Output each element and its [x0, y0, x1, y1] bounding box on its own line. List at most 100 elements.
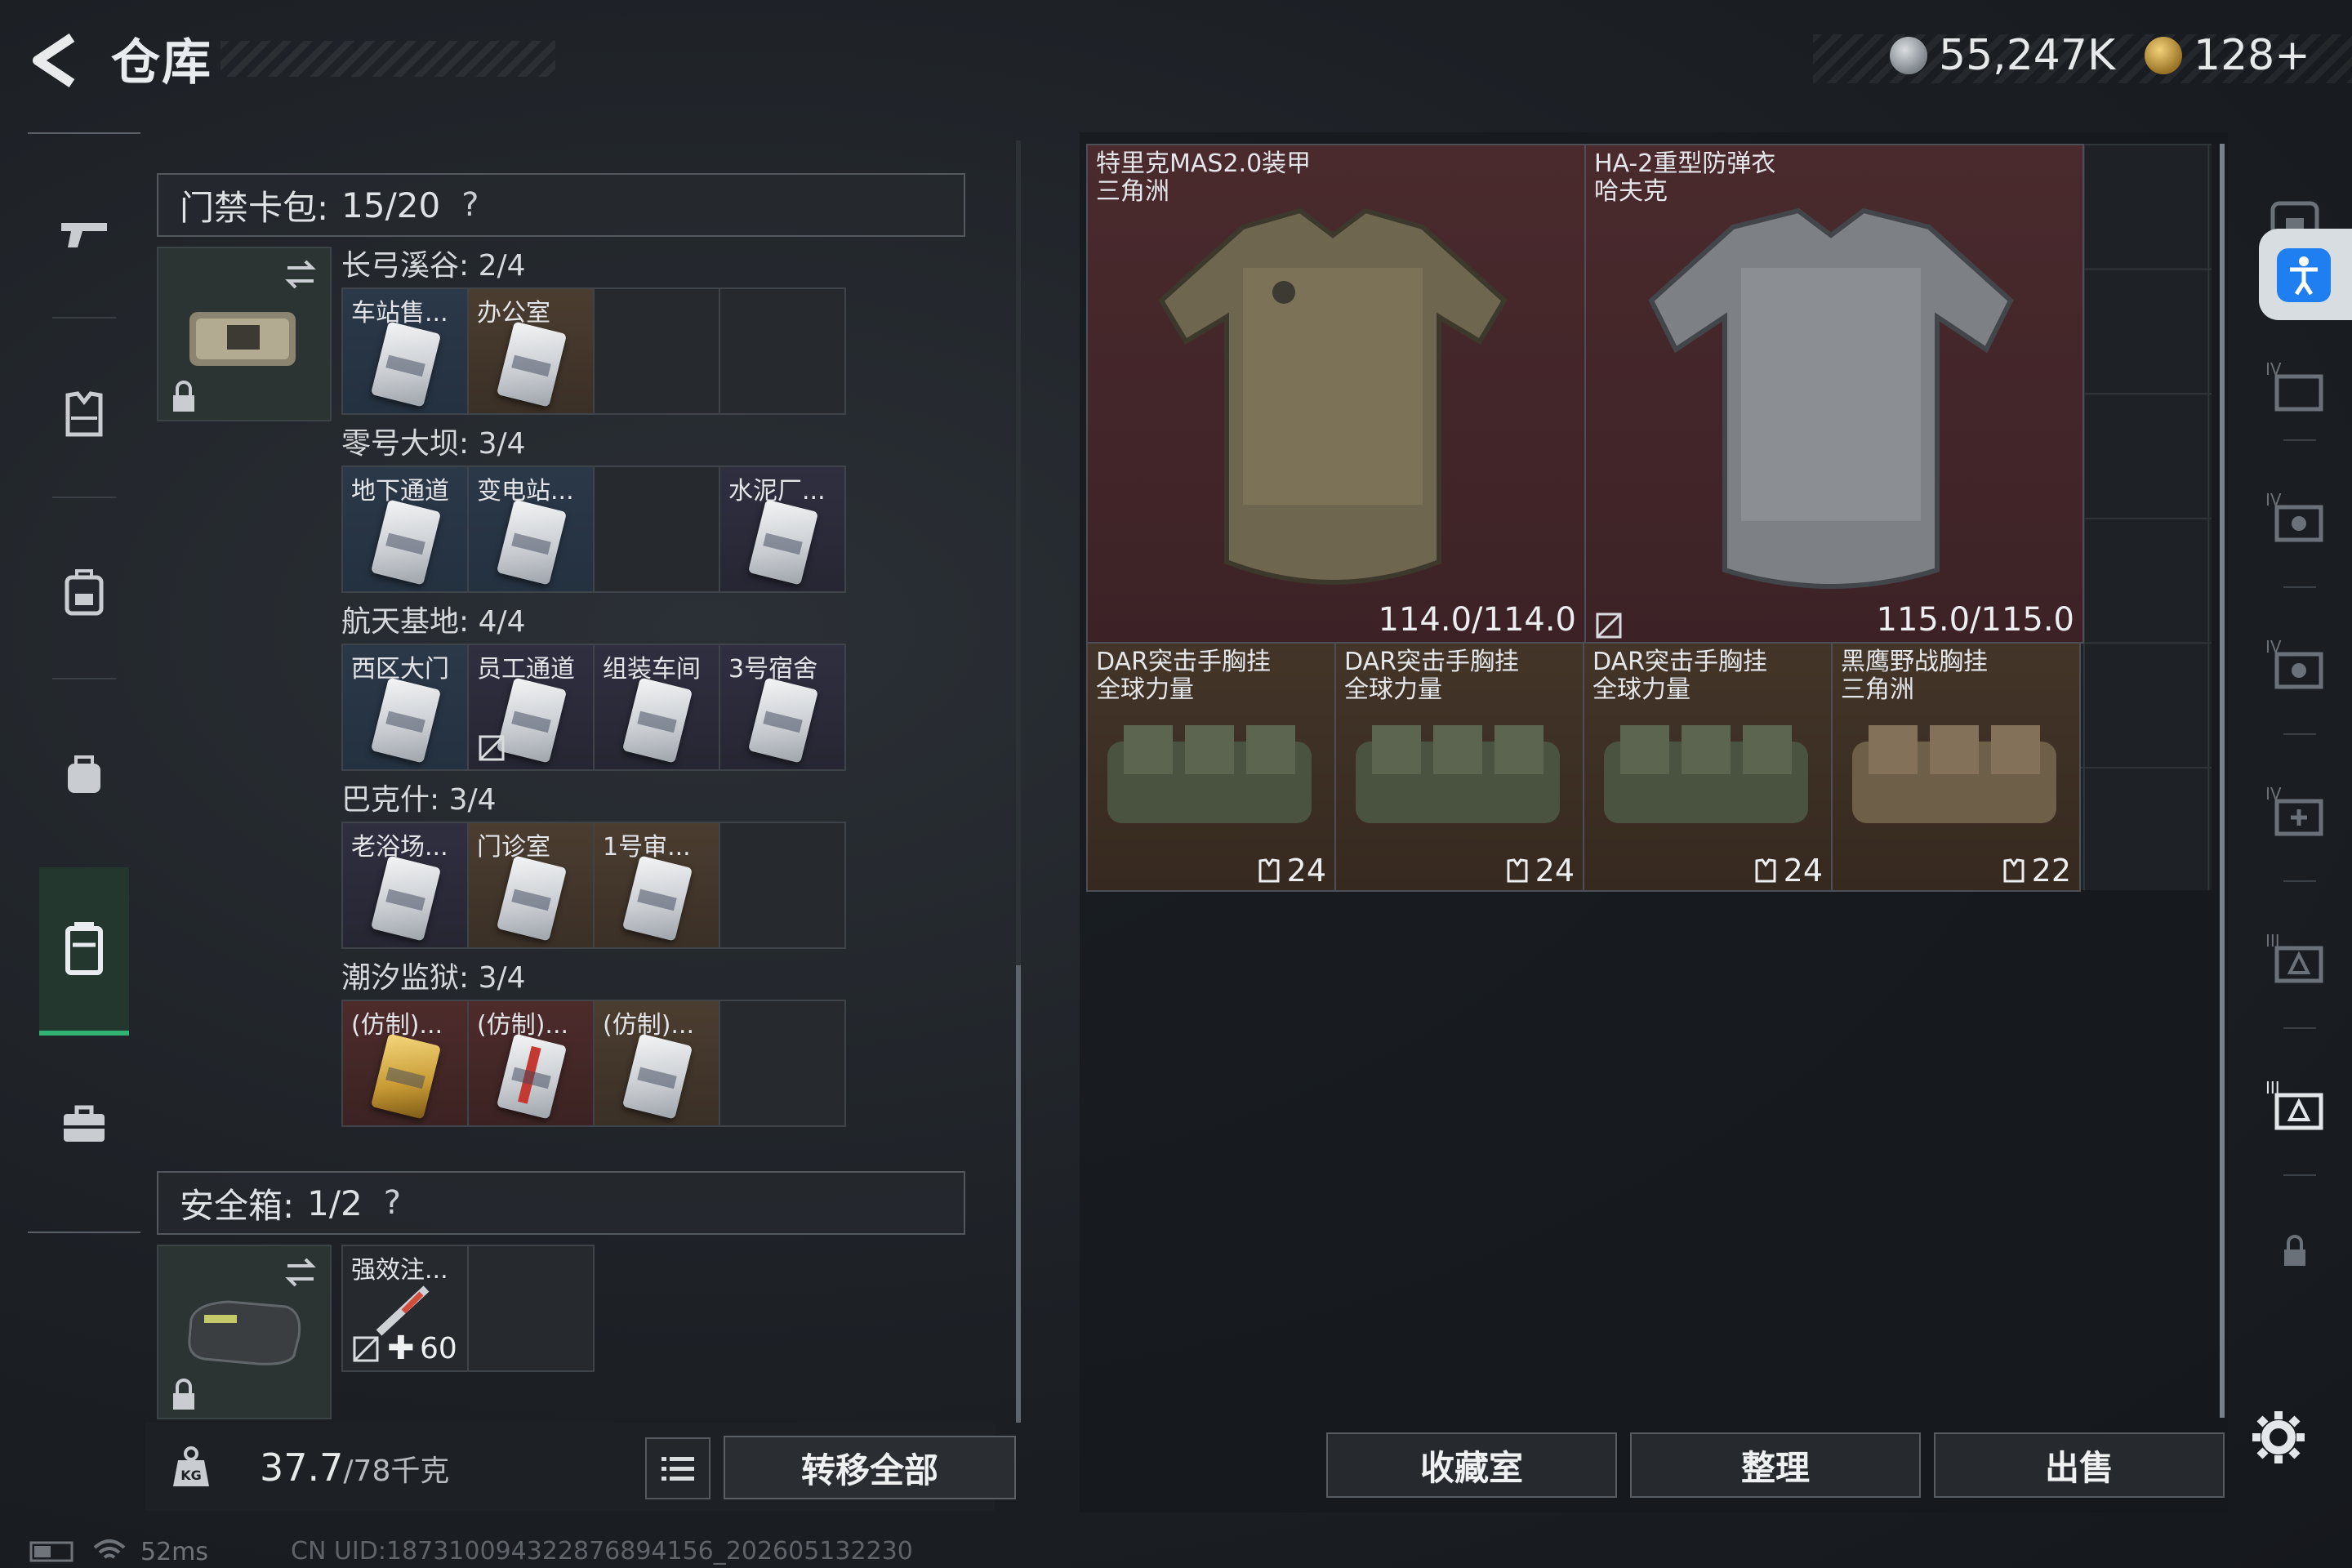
- keycard-slot[interactable]: 变电站...: [469, 467, 595, 591]
- safe-box-row: 强效注... ✚ 60: [341, 1245, 595, 1372]
- no-discard-icon: [353, 1336, 379, 1362]
- keycard-pack-thumb[interactable]: [157, 247, 332, 421]
- empty-slot[interactable]: [595, 467, 720, 591]
- keycard-slot[interactable]: 1号审...: [595, 823, 720, 947]
- category-title: 潮汐监狱: 3/4: [341, 961, 526, 995]
- weight-max: /78千克: [343, 1454, 450, 1488]
- chest-rig-item[interactable]: DAR突击手胸挂 全球力量 24: [1583, 642, 1833, 892]
- gold-amount: 128+: [2194, 31, 2310, 80]
- scrollbar-thumb[interactable]: [1016, 965, 1021, 1423]
- weight-bar: KG 37.7/78千克 转移全部: [145, 1423, 1016, 1511]
- collection-room-button[interactable]: 收藏室: [1326, 1432, 1617, 1498]
- sort-button[interactable]: 整理: [1630, 1432, 1921, 1498]
- keycard-image: [621, 677, 693, 764]
- keycard-image: [747, 677, 819, 764]
- keycard-slot[interactable]: 组装车间: [595, 645, 720, 769]
- chest-rig-item[interactable]: DAR突击手胸挂 全球力量 24: [1086, 642, 1336, 892]
- silver-currency[interactable]: 55,247K: [1890, 31, 2115, 80]
- keycard-slot[interactable]: 员工通道: [469, 645, 595, 769]
- chest-rig-item[interactable]: DAR突击手胸挂 全球力量 24: [1334, 642, 1584, 892]
- chest-rig-image: [1356, 725, 1560, 823]
- keycard-image: [370, 1033, 442, 1120]
- keycard-slot[interactable]: 车站售...: [343, 289, 469, 413]
- case-tab[interactable]: [39, 1080, 129, 1169]
- vest-capacity-icon: [1507, 858, 1528, 883]
- keycard-slot[interactable]: 水泥厂...: [720, 467, 844, 591]
- item-source: 全球力量: [1096, 675, 1194, 704]
- keycard-slot[interactable]: 办公室: [469, 289, 595, 413]
- armor-item[interactable]: 特里克MAS2.0装甲 三角洲 114.0/114.0: [1086, 144, 1586, 644]
- stash-scrollbar[interactable]: [2220, 144, 2225, 1418]
- keycard-slot[interactable]: 西区大门: [343, 645, 469, 769]
- stash-page-icon: IV: [2265, 637, 2323, 689]
- keycard-slot[interactable]: (仿制)...: [469, 1001, 595, 1125]
- item-source: 三角洲: [1841, 675, 1914, 704]
- page-title: 仓库: [111, 34, 212, 91]
- list-view-button[interactable]: [645, 1437, 710, 1499]
- rail-bottom-line: [28, 1232, 140, 1233]
- stash-page-rail: IV IV IV IV III III: [2238, 132, 2352, 1521]
- container-tab-active[interactable]: [39, 867, 129, 1036]
- keycard-slot[interactable]: 地下通道: [343, 467, 469, 591]
- stash-page-2-tab[interactable]: IV: [2254, 345, 2336, 426]
- armor-image: [1158, 207, 1508, 585]
- keycard-slot[interactable]: (仿制)...: [343, 1001, 469, 1125]
- empty-slot[interactable]: [720, 823, 844, 947]
- keycard-slot[interactable]: (仿制)...: [595, 1001, 720, 1125]
- armor-item[interactable]: HA-2重型防弹衣 哈夫克 115.0/115.0: [1584, 144, 2084, 644]
- back-arrow-icon[interactable]: [26, 31, 83, 90]
- safe-box-thumb[interactable]: [157, 1245, 332, 1419]
- keycard-slot[interactable]: 门诊室: [469, 823, 595, 947]
- help-icon[interactable]: ?: [384, 1184, 401, 1222]
- stash-page-3-tab[interactable]: IV: [2254, 475, 2336, 557]
- left-scrollbar[interactable]: [1016, 140, 1021, 1423]
- keycard-name: 员工通道: [477, 655, 575, 684]
- ping-readout: 52ms: [140, 1537, 209, 1566]
- empty-slot[interactable]: [595, 289, 720, 413]
- backpack-tab[interactable]: [39, 547, 129, 637]
- gold-currency[interactable]: 128+: [2145, 31, 2310, 80]
- item-title: DAR突击手胸挂: [1592, 648, 1767, 676]
- pouch-icon: [68, 755, 100, 793]
- stash-page-5-tab[interactable]: IV: [2254, 769, 2336, 851]
- stash-page-icon: IV: [2265, 490, 2323, 542]
- keycard-image: [496, 321, 568, 408]
- armor-tab[interactable]: [39, 369, 129, 459]
- keycard-slot[interactable]: 老浴场...: [343, 823, 469, 947]
- stash-page-4-tab[interactable]: IV: [2254, 622, 2336, 704]
- pouch-tab[interactable]: [39, 728, 129, 818]
- safe-item-slot[interactable]: 强效注... ✚ 60: [343, 1246, 469, 1370]
- briefcase-icon: [64, 1105, 105, 1142]
- help-icon[interactable]: ?: [461, 186, 479, 224]
- keycard-row: 地下通道 变电站... 水泥厂...: [341, 466, 846, 593]
- empty-slot[interactable]: [469, 1246, 593, 1370]
- settings-gear-icon[interactable]: [2247, 1406, 2310, 1468]
- swap-icon[interactable]: [283, 1254, 318, 1290]
- safe-box-image: [188, 1300, 301, 1365]
- keycard-image: [370, 677, 442, 764]
- swap-icon[interactable]: [283, 256, 318, 292]
- keycard-image: [496, 677, 568, 764]
- capacity: 24: [1258, 853, 1326, 889]
- chest-rig-image: [1604, 725, 1808, 823]
- container-icon: [65, 922, 103, 975]
- stash-page-7-tab-active[interactable]: III: [2254, 1063, 2336, 1145]
- keycard-slot[interactable]: 3号宿舍: [720, 645, 844, 769]
- vest-icon: [65, 391, 103, 437]
- sell-button[interactable]: 出售: [1934, 1432, 2225, 1498]
- empty-slot[interactable]: [720, 289, 844, 413]
- silver-amount: 55,247K: [1939, 31, 2116, 80]
- empty-slot[interactable]: [720, 1001, 844, 1125]
- keycard-pack-header: 门禁卡包: 15/20 ?: [157, 173, 965, 237]
- keycard-image: [370, 321, 442, 408]
- transfer-all-button[interactable]: 转移全部: [724, 1436, 1016, 1499]
- locked-page-tab[interactable]: [2254, 1210, 2336, 1292]
- weight-readout: 37.7/78千克: [260, 1446, 449, 1490]
- category-title: 零号大坝: 3/4: [341, 427, 526, 461]
- chest-rig-item[interactable]: 黑鹰野战胸挂 三角洲 22: [1831, 642, 2081, 892]
- stash-page-6-tab[interactable]: III: [2254, 916, 2336, 998]
- weapons-tab[interactable]: [39, 189, 129, 279]
- weight-kg-icon: KG: [173, 1446, 209, 1486]
- accessibility-button[interactable]: [2259, 229, 2352, 320]
- rail-separator: [52, 317, 116, 318]
